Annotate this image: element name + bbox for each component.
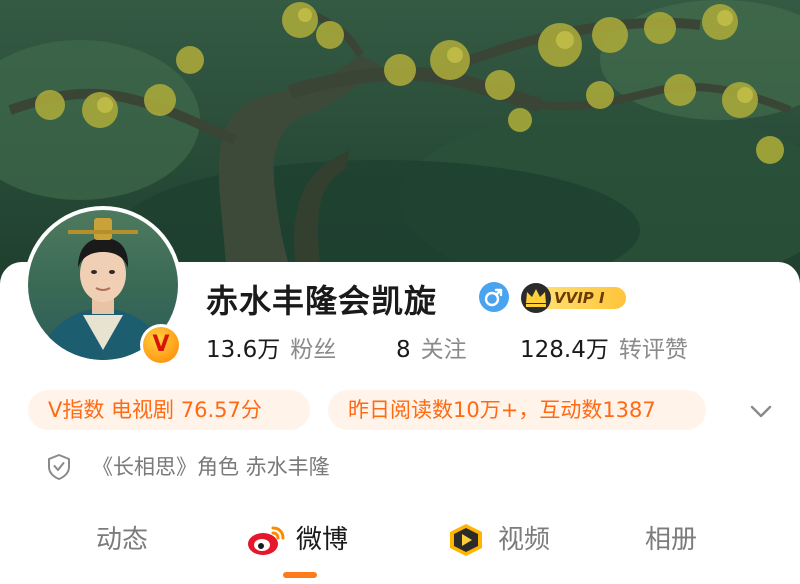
stat-followers[interactable]: 13.6万 粉丝	[206, 330, 336, 364]
v-index-chip[interactable]: V指数 电视剧 76.57分	[28, 390, 310, 430]
profile-name: 赤水丰隆会凯旋	[206, 282, 438, 320]
stat-reposts-comments-likes[interactable]: 128.4万 转评赞	[520, 330, 688, 364]
stat-following[interactable]: 8 关注	[396, 330, 467, 364]
tab-dynamic[interactable]: 动态	[96, 520, 148, 560]
shield-check-icon	[48, 454, 70, 480]
tab-album[interactable]: 相册	[645, 520, 697, 560]
active-tab-indicator	[283, 572, 317, 578]
verified-v-badge: V	[140, 324, 182, 366]
weibo-logo-icon	[248, 526, 285, 555]
video-play-icon	[450, 524, 482, 556]
daily-stats-chip[interactable]: 昨日阅读数10万+，互动数1387	[328, 390, 706, 430]
male-symbol-icon	[479, 282, 509, 312]
vvip-badge[interactable]: VVIP I	[518, 280, 630, 314]
verification-text: 《长相思》角色 赤水丰隆	[92, 455, 330, 479]
verification-info: 《长相思》角色 赤水丰隆	[46, 452, 466, 482]
chevron-down-icon[interactable]	[748, 398, 774, 424]
crown-icon	[521, 283, 551, 313]
